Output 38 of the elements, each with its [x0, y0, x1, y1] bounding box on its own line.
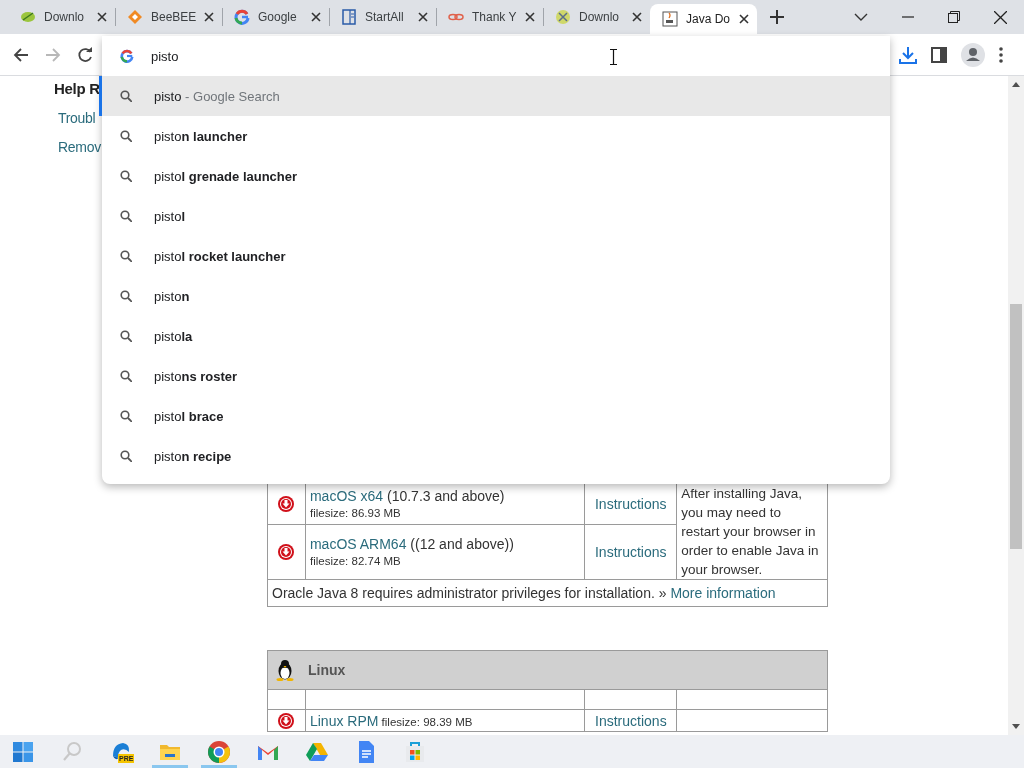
- tab-title: StartAll: [365, 10, 405, 24]
- tab-title: Downlo: [579, 10, 621, 24]
- browser-tab[interactable]: BeeBEE: [115, 0, 222, 34]
- suggestion-item[interactable]: pistola: [99, 316, 890, 356]
- suggestion-item[interactable]: piston recipe: [99, 436, 890, 476]
- browser-tab[interactable]: Downlo: [543, 0, 650, 34]
- suggestion-item[interactable]: pistons roster: [99, 356, 890, 396]
- download-link[interactable]: Linux RPM: [309, 712, 379, 729]
- help-link[interactable]: Remov: [58, 138, 101, 156]
- browser-tab[interactable]: Downlo: [8, 0, 115, 34]
- browser-tab[interactable]: Thank Y: [436, 0, 543, 34]
- suggestion-item[interactable]: piston: [99, 276, 890, 316]
- more-info-link[interactable]: More information: [670, 585, 776, 601]
- tab-title: Downlo: [44, 10, 86, 24]
- suggestion-item[interactable]: pistol rocket launcher: [99, 236, 890, 276]
- download-link[interactable]: macOS ARM64: [309, 535, 407, 552]
- browser-tab[interactable]: Java Do: [650, 4, 757, 34]
- file-size: filesize: 86.93 MB: [309, 506, 401, 519]
- browser-tab[interactable]: Google: [222, 0, 329, 34]
- file-size: filesize: 82.74 MB: [309, 554, 401, 567]
- tab-title: Google: [258, 10, 298, 24]
- suggestion-item[interactable]: pistol brace: [99, 396, 890, 436]
- browser-tab[interactable]: StartAll: [329, 0, 436, 34]
- footnote-text: Oracle Java 8 requires administrator privileges for installation. »: [272, 585, 668, 601]
- tab-title: BeeBEE: [151, 10, 196, 24]
- download-link[interactable]: macOS x64: [309, 487, 384, 504]
- version-note: (10.7.3 and above): [385, 487, 505, 504]
- suggestion-item[interactable]: pistol: [99, 196, 890, 236]
- section-heading: Help R: [54, 80, 100, 98]
- tab-title: Java Do: [686, 12, 731, 26]
- address-field[interactable]: pisto: [151, 48, 751, 64]
- suggestion-item[interactable]: pistol grenade launcher: [99, 156, 890, 196]
- suggestion-item[interactable]: pisto - Google Search: [99, 76, 890, 116]
- section-title: Linux: [308, 662, 346, 678]
- help-link[interactable]: Troubl: [58, 109, 96, 127]
- tab-title: Thank Y: [472, 10, 517, 24]
- file-size: filesize: 98.39 MB: [380, 715, 473, 728]
- version-note: ((12 and above)): [409, 535, 514, 552]
